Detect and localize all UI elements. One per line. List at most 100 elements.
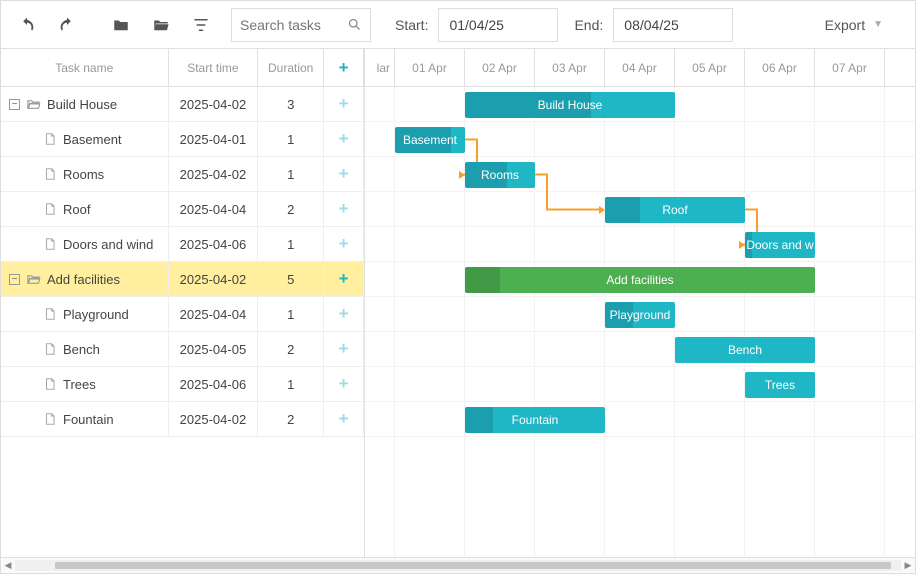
gantt-bar[interactable]: Rooms <box>465 162 535 188</box>
task-duration-cell[interactable]: 2 <box>258 192 324 226</box>
search-input-wrap[interactable] <box>231 8 371 42</box>
task-add-cell[interactable]: + <box>324 87 364 121</box>
task-duration-cell[interactable]: 1 <box>258 227 324 261</box>
timeline-header-cell[interactable]: 02 Apr <box>465 49 535 86</box>
gantt-bar[interactable]: Doors and w <box>745 232 815 258</box>
task-duration-cell[interactable]: 1 <box>258 157 324 191</box>
scroll-thumb[interactable] <box>55 562 891 569</box>
timeline-header-cell[interactable]: 03 Apr <box>535 49 605 86</box>
task-name-cell[interactable]: Bench <box>1 332 169 366</box>
scroll-right-arrow[interactable]: ▶ <box>901 558 915 573</box>
task-add-cell[interactable]: + <box>324 227 364 261</box>
scroll-left-arrow[interactable]: ◀ <box>1 558 15 573</box>
plus-icon[interactable]: + <box>339 94 349 114</box>
gantt-bar[interactable]: Playground <box>605 302 675 328</box>
filter-icon[interactable] <box>183 7 219 43</box>
grid-row[interactable]: Rooms2025-04-021 + <box>1 157 364 192</box>
grid-row[interactable]: −Add facilities2025-04-025 + <box>1 262 364 297</box>
task-start-cell[interactable]: 2025-04-06 <box>169 367 259 401</box>
task-name-cell[interactable]: Basement <box>1 122 169 156</box>
timeline-header-cell[interactable]: 05 Apr <box>675 49 745 86</box>
gantt-bar[interactable]: Roof <box>605 197 745 223</box>
timeline-header-cell[interactable]: 07 Apr <box>815 49 885 86</box>
col-header-start[interactable]: Start time <box>169 49 259 86</box>
collapse-toggle[interactable]: − <box>9 99 20 110</box>
col-header-add[interactable]: + <box>324 49 364 86</box>
timeline-header-cell[interactable]: 06 Apr <box>745 49 815 86</box>
task-start-cell[interactable]: 2025-04-04 <box>169 192 259 226</box>
grid-row[interactable]: Fountain2025-04-022 + <box>1 402 364 437</box>
horizontal-scrollbar[interactable]: ◀ ▶ <box>1 557 915 573</box>
task-duration-cell[interactable]: 3 <box>258 87 324 121</box>
grid-row[interactable]: Basement2025-04-011 + <box>1 122 364 157</box>
gantt-bar[interactable]: Trees <box>745 372 815 398</box>
timeline-header-cell[interactable]: 01 Apr <box>395 49 465 86</box>
folder-icon[interactable] <box>103 7 139 43</box>
task-add-cell[interactable]: + <box>324 297 364 331</box>
task-name-cell[interactable]: −Add facilities <box>1 262 169 296</box>
plus-icon[interactable]: + <box>339 339 349 359</box>
start-date-input[interactable]: 01/04/25 <box>438 8 558 42</box>
task-add-cell[interactable]: + <box>324 157 364 191</box>
plus-icon[interactable]: + <box>339 304 349 324</box>
redo-button[interactable] <box>49 7 85 43</box>
plus-icon[interactable]: + <box>339 234 349 254</box>
grid-row[interactable]: Trees2025-04-061 + <box>1 367 364 402</box>
task-add-cell[interactable]: + <box>324 122 364 156</box>
scroll-track[interactable] <box>15 560 901 571</box>
plus-icon[interactable]: + <box>339 409 349 429</box>
task-duration-cell[interactable]: 1 <box>258 297 324 331</box>
task-start-cell[interactable]: 2025-04-06 <box>169 227 259 261</box>
plus-icon[interactable]: + <box>339 269 349 289</box>
gantt-bar[interactable]: Basement <box>395 127 465 153</box>
plus-icon[interactable]: + <box>339 374 349 394</box>
end-date-input[interactable]: 08/04/25 <box>613 8 733 42</box>
timeline-body[interactable]: Build HouseBasementRooms RoofDoors and w A… <box>365 87 915 557</box>
task-start-cell[interactable]: 2025-04-02 <box>169 87 259 121</box>
task-start-cell[interactable]: 2025-04-02 <box>169 402 259 436</box>
plus-icon[interactable]: + <box>339 199 349 219</box>
gantt-bar[interactable]: Bench <box>675 337 815 363</box>
col-header-name[interactable]: Task name <box>1 49 169 86</box>
plus-icon[interactable]: + <box>339 164 349 184</box>
task-start-cell[interactable]: 2025-04-01 <box>169 122 259 156</box>
gantt-bar[interactable]: Build House <box>465 92 675 118</box>
task-duration-cell[interactable]: 2 <box>258 332 324 366</box>
task-start-cell[interactable]: 2025-04-05 <box>169 332 259 366</box>
task-name-cell[interactable]: Fountain <box>1 402 169 436</box>
gantt-bar[interactable]: Add facilities <box>465 267 815 293</box>
task-name-cell[interactable]: Roof <box>1 192 169 226</box>
task-name-cell[interactable]: −Build House <box>1 87 169 121</box>
grid-row[interactable]: Bench2025-04-052 + <box>1 332 364 367</box>
task-add-cell[interactable]: + <box>324 402 364 436</box>
task-add-cell[interactable]: + <box>324 192 364 226</box>
undo-button[interactable] <box>9 7 45 43</box>
task-name-cell[interactable]: Doors and wind <box>1 227 169 261</box>
grid-row[interactable]: Roof2025-04-042 + <box>1 192 364 227</box>
task-name-cell[interactable]: Playground <box>1 297 169 331</box>
task-start-cell[interactable]: 2025-04-04 <box>169 297 259 331</box>
grid-row[interactable]: Playground2025-04-041 + <box>1 297 364 332</box>
export-button[interactable]: Export ▼ <box>817 17 891 33</box>
timeline-header-cell[interactable]: 04 Apr <box>605 49 675 86</box>
search-input[interactable] <box>240 17 347 33</box>
task-duration-cell[interactable]: 5 <box>258 262 324 296</box>
task-start-cell[interactable]: 2025-04-02 <box>169 157 259 191</box>
col-header-duration[interactable]: Duration <box>258 49 324 86</box>
gantt-bar[interactable]: Fountain <box>465 407 605 433</box>
plus-icon[interactable]: + <box>339 129 349 149</box>
grid-row[interactable]: −Build House2025-04-023 + <box>1 87 364 122</box>
task-duration-cell[interactable]: 1 <box>258 122 324 156</box>
task-add-cell[interactable]: + <box>324 332 364 366</box>
task-duration-cell[interactable]: 1 <box>258 367 324 401</box>
task-name-cell[interactable]: Rooms <box>1 157 169 191</box>
timeline-header-cell[interactable]: lar <box>365 49 395 86</box>
task-duration-cell[interactable]: 2 <box>258 402 324 436</box>
task-name-cell[interactable]: Trees <box>1 367 169 401</box>
task-add-cell[interactable]: + <box>324 367 364 401</box>
grid-row[interactable]: Doors and wind2025-04-061 + <box>1 227 364 262</box>
folder-open-icon[interactable] <box>143 7 179 43</box>
task-add-cell[interactable]: + <box>324 262 364 296</box>
task-start-cell[interactable]: 2025-04-02 <box>169 262 259 296</box>
collapse-toggle[interactable]: − <box>9 274 20 285</box>
